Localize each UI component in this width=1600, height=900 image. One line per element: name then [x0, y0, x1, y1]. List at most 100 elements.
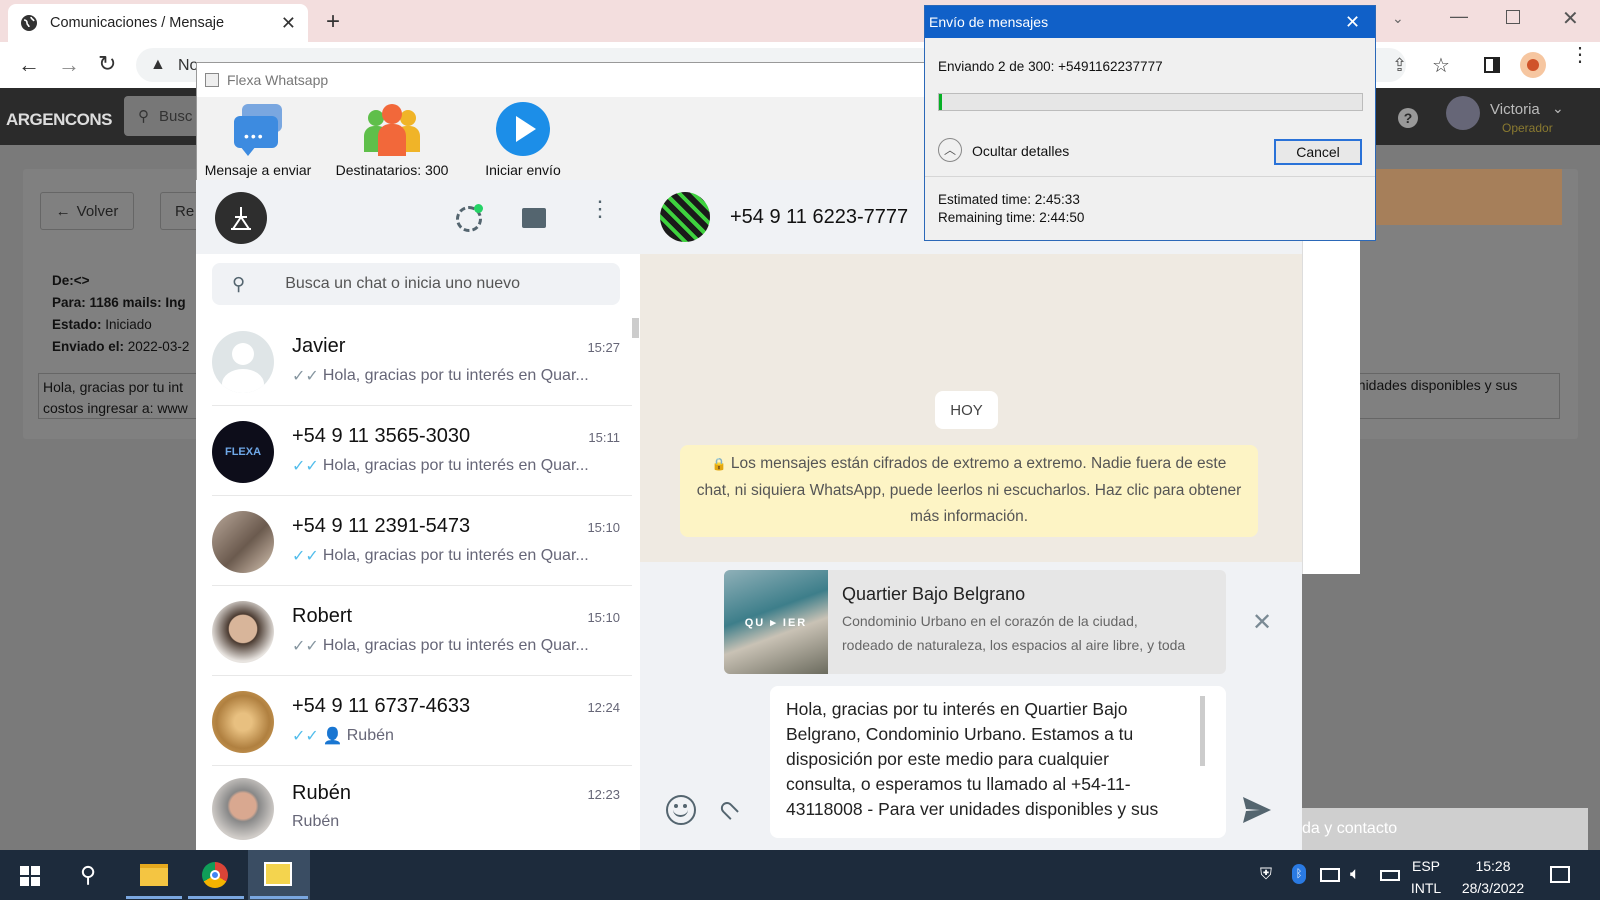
- clock[interactable]: 15:28 28/3/2022: [1448, 855, 1538, 899]
- message-to-send-button[interactable]: ••• Mensaje a enviar: [200, 102, 316, 178]
- preview-description: Condominio Urbano en el corazón de la ci…: [842, 613, 1186, 653]
- cancel-button[interactable]: Cancel: [1274, 139, 1362, 165]
- network-icon[interactable]: [1320, 868, 1340, 882]
- chat-time: 12:23: [587, 787, 620, 802]
- to-line: Para: 1186 mails: Ing: [52, 295, 186, 310]
- chat-row[interactable]: Robert 15:10 ✓✓ Hola, gracias por tu inte…: [212, 588, 632, 676]
- chat-row[interactable]: FLEXA +54 9 11 3565-3030 15:11 ✓✓ Hola, g…: [212, 408, 632, 496]
- sent-line: Enviado el: 2022-03-2: [52, 339, 190, 354]
- chat-time: 15:10: [587, 519, 620, 535]
- close-preview-icon[interactable]: ✕: [1252, 608, 1272, 637]
- contact-bar[interactable]: da y contacto: [1302, 808, 1588, 850]
- star-icon[interactable]: ☆: [1432, 53, 1450, 78]
- user-avatar[interactable]: [1446, 96, 1480, 130]
- menu-icon[interactable]: ⋮: [589, 198, 611, 220]
- chat-name: +54 9 11 2391-5473: [292, 514, 471, 537]
- browser-tab[interactable]: Comunicaciones / Mensaje ✕: [8, 4, 308, 42]
- keyboard-language[interactable]: ESP INTL: [1406, 855, 1446, 899]
- site-logo: ARGENCONS: [6, 110, 113, 129]
- restore-icon[interactable]: [1506, 10, 1520, 24]
- send-icon[interactable]: [1242, 796, 1272, 824]
- contact-photo: [212, 690, 274, 753]
- dialog-divider: [925, 176, 1375, 177]
- window-close-icon[interactable]: ✕: [1562, 6, 1579, 31]
- globe-icon: [20, 14, 38, 32]
- bluetooth-icon[interactable]: ᛒ: [1292, 864, 1306, 884]
- taskbar-search-icon[interactable]: ⚲: [80, 862, 96, 888]
- profile-icon[interactable]: [1520, 52, 1546, 78]
- chevron-down-icon[interactable]: ⌄: [1552, 100, 1564, 117]
- chrome-icon[interactable]: [202, 862, 228, 888]
- tab-search-icon[interactable]: ⌄: [1392, 10, 1404, 27]
- message-input[interactable]: Hola, gracias por tu interés en Quartier…: [770, 686, 1226, 838]
- active-app-underline: [188, 896, 244, 899]
- search-icon: ⚲: [232, 273, 246, 294]
- flexa-avatar: FLEXA: [212, 420, 274, 483]
- user-role: Operador: [1502, 121, 1553, 135]
- remaining-time: Remaining time: 2:44:50: [938, 210, 1085, 225]
- status-dot: [474, 204, 483, 213]
- tab-title: Comunicaciones / Mensaje: [50, 15, 225, 31]
- sidepanel-icon[interactable]: [1484, 57, 1500, 73]
- encryption-notice[interactable]: 🔒 Los mensajes están cifrados de extremo…: [680, 445, 1258, 537]
- double-check-icon: ✓✓: [292, 727, 319, 745]
- chat-time: 15:10: [587, 609, 620, 625]
- contact-avatar[interactable]: [660, 192, 710, 242]
- help-icon[interactable]: ?: [1398, 108, 1418, 128]
- chat-preview: Hola, gracias por tu interés en Quar...: [322, 456, 589, 474]
- new-tab-icon[interactable]: +: [326, 8, 340, 36]
- input-scrollbar[interactable]: [1200, 696, 1205, 766]
- menu-dots-icon[interactable]: ⋮: [1570, 45, 1590, 65]
- chat-row[interactable]: Javier 15:27 ✓✓ Hola, gracias por tu inte…: [212, 318, 632, 406]
- chat-list-scrollbar[interactable]: [632, 318, 639, 338]
- new-chat-icon[interactable]: [522, 208, 546, 228]
- chevron-up-icon[interactable]: ︿: [938, 138, 962, 162]
- double-check-icon: ✓✓: [292, 637, 319, 655]
- link-preview[interactable]: QU ▸ IER Quartier Bajo Belgrano Condomin…: [724, 570, 1226, 674]
- chat-bubbles-icon: •••: [230, 102, 286, 158]
- shield-icon[interactable]: ⛨: [1260, 866, 1272, 884]
- contact-photo: [212, 778, 274, 840]
- back-button[interactable]: ← Volver: [40, 192, 134, 230]
- contact-name[interactable]: +54 9 11 6223-7777: [730, 206, 908, 229]
- play-icon: [496, 102, 550, 156]
- estimated-time: Estimated time: 2:45:33: [938, 192, 1080, 207]
- dialog-close-icon[interactable]: ✕: [1345, 12, 1360, 33]
- back-arrow-icon[interactable]: ←: [18, 52, 40, 78]
- chat-preview: Hola, gracias por tu interés en Quar...: [322, 366, 589, 384]
- chat-time: 12:24: [587, 699, 620, 715]
- share-icon[interactable]: ⇪: [1392, 55, 1407, 76]
- chat-name: Javier: [292, 334, 346, 357]
- app-icon: [205, 73, 219, 87]
- emoji-icon[interactable]: [666, 795, 696, 825]
- contact-photo: [212, 510, 274, 573]
- my-avatar[interactable]: [215, 192, 267, 244]
- minimize-icon[interactable]: —: [1450, 6, 1468, 27]
- start-send-button[interactable]: Iniciar envío: [460, 102, 586, 178]
- search-icon: ⚲: [138, 108, 149, 125]
- chat-time: 15:27: [587, 339, 620, 355]
- chat-row[interactable]: +54 9 11 6737-4633 12:24 ✓✓ 👤 Rubén: [212, 678, 632, 766]
- preview-title: Quartier Bajo Belgrano: [842, 584, 1026, 604]
- lock-icon: 🔒: [711, 457, 727, 471]
- site-search[interactable]: ⚲ Busc: [124, 96, 196, 136]
- contact-photo: [212, 600, 274, 663]
- file-explorer-icon[interactable]: [140, 864, 168, 886]
- chat-row[interactable]: Rubén 12:23 Rubén: [212, 768, 632, 850]
- volume-icon[interactable]: 🔈︎: [1350, 864, 1360, 884]
- forward-arrow-icon[interactable]: →: [58, 52, 80, 78]
- windows-start-icon[interactable]: [20, 866, 40, 886]
- user-name[interactable]: Victoria: [1490, 101, 1540, 118]
- chat-row[interactable]: +54 9 11 2391-5473 15:10 ✓✓ Hola, gracias…: [212, 498, 632, 586]
- hide-details-toggle[interactable]: Ocultar detalles: [972, 143, 1069, 159]
- secondary-button[interactable]: Re: [160, 192, 200, 230]
- chat-name: +54 9 11 3565-3030: [292, 424, 471, 447]
- chat-time: 15:11: [588, 429, 620, 445]
- chat-search[interactable]: ⚲ Busca un chat o inicia uno nuevo: [212, 263, 620, 305]
- recipients-button[interactable]: Destinatarios: 300: [322, 102, 462, 178]
- close-tab-icon[interactable]: ✕: [281, 13, 296, 34]
- reload-icon[interactable]: ↻: [98, 51, 116, 77]
- notifications-icon[interactable]: [1550, 866, 1570, 883]
- battery-icon[interactable]: [1380, 870, 1400, 881]
- person-icon: 👤: [322, 727, 343, 745]
